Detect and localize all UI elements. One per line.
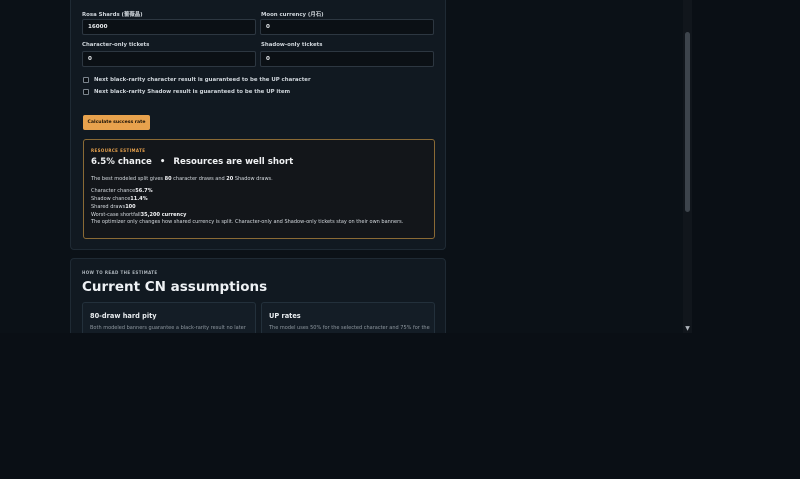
shortfall-label: Worst-case shortfall bbox=[91, 212, 141, 218]
split-prefix: The best modeled split gives bbox=[91, 176, 165, 182]
estimate-eyebrow: RESOURCE ESTIMATE bbox=[91, 148, 146, 153]
shadow-chance-value: 11.4% bbox=[130, 196, 148, 202]
rosa-shards-input[interactable]: 16000 bbox=[82, 19, 256, 35]
hard-pity-body: Both modeled banners guarantee a black-r… bbox=[90, 325, 246, 331]
shadow-guarantee-checkbox[interactable] bbox=[83, 89, 89, 95]
resource-estimate-panel: RESOURCE ESTIMATE 6.5% chance • Resource… bbox=[83, 139, 435, 239]
calculator-form-card: Rosa Shards (蔷薇晶) Moon currency (月石) 160… bbox=[70, 0, 446, 250]
scrollbar-thumb[interactable] bbox=[685, 32, 690, 212]
headline-separator: • bbox=[159, 157, 166, 167]
verdict-text: Resources are well short bbox=[173, 157, 294, 167]
split-suffix: Shadow draws. bbox=[233, 176, 273, 182]
chance-value: 6.5% chance bbox=[91, 157, 152, 167]
guide-eyebrow: HOW TO READ THE ESTIMATE bbox=[82, 270, 158, 275]
shadow-chance-label: Shadow chance bbox=[91, 196, 131, 202]
character-guarantee-option[interactable]: Next black-rarity character result is gu… bbox=[83, 77, 311, 83]
split-mid: character draws and bbox=[171, 176, 227, 182]
character-draws-count: 80 bbox=[164, 176, 172, 182]
calculate-button[interactable]: Calculate success rate bbox=[83, 115, 150, 130]
character-guarantee-label: Next black-rarity character result is gu… bbox=[94, 77, 311, 83]
split-summary: The best modeled split gives 80 characte… bbox=[91, 176, 273, 182]
assumptions-heading: Current CN assumptions bbox=[82, 279, 268, 295]
rosa-shards-label: Rosa Shards (蔷薇晶) bbox=[82, 12, 143, 18]
shortfall-value: 35,200 currency bbox=[140, 212, 187, 218]
character-tickets-label: Character-only tickets bbox=[82, 42, 150, 48]
stat-shared-draws: Shared draws100 bbox=[91, 204, 136, 210]
up-rates-body: The model uses 50% for the selected char… bbox=[269, 325, 430, 331]
character-chance-value: 56.7% bbox=[135, 188, 153, 194]
estimate-headline: 6.5% chance • Resources are well short bbox=[91, 157, 293, 167]
shadow-tickets-label: Shadow-only tickets bbox=[261, 42, 323, 48]
optimizer-note: The optimizer only changes how shared cu… bbox=[91, 219, 404, 225]
character-chance-label: Character chance bbox=[91, 188, 136, 194]
vertical-scrollbar[interactable]: ▼ bbox=[683, 0, 692, 333]
shadow-tickets-input[interactable]: 0 bbox=[260, 51, 434, 67]
stat-shadow-chance: Shadow chance11.4% bbox=[91, 196, 148, 202]
up-rates-card: UP rates The model uses 50% for the sele… bbox=[261, 302, 435, 333]
shadow-guarantee-label: Next black-rarity Shadow result is guara… bbox=[94, 89, 291, 95]
shared-draws-label: Shared draws bbox=[91, 204, 126, 210]
scroll-down-arrow-icon[interactable]: ▼ bbox=[684, 325, 691, 332]
stat-character-chance: Character chance56.7% bbox=[91, 188, 153, 194]
scroll-viewport: Rosa Shards (蔷薇晶) Moon currency (月石) 160… bbox=[0, 0, 692, 333]
up-rates-title: UP rates bbox=[269, 312, 301, 320]
assumptions-card: HOW TO READ THE ESTIMATE Current CN assu… bbox=[70, 258, 446, 333]
shared-draws-value: 100 bbox=[125, 204, 136, 210]
moon-currency-label: Moon currency (月石) bbox=[261, 12, 324, 18]
shadow-guarantee-option[interactable]: Next black-rarity Shadow result is guara… bbox=[83, 89, 290, 95]
moon-currency-input[interactable]: 0 bbox=[260, 19, 434, 35]
character-tickets-input[interactable]: 0 bbox=[82, 51, 256, 67]
hard-pity-card: 80-draw hard pity Both modeled banners g… bbox=[82, 302, 256, 333]
character-guarantee-checkbox[interactable] bbox=[83, 77, 89, 83]
stat-shortfall: Worst-case shortfall35,200 currency bbox=[91, 212, 186, 218]
hard-pity-title: 80-draw hard pity bbox=[90, 312, 157, 320]
